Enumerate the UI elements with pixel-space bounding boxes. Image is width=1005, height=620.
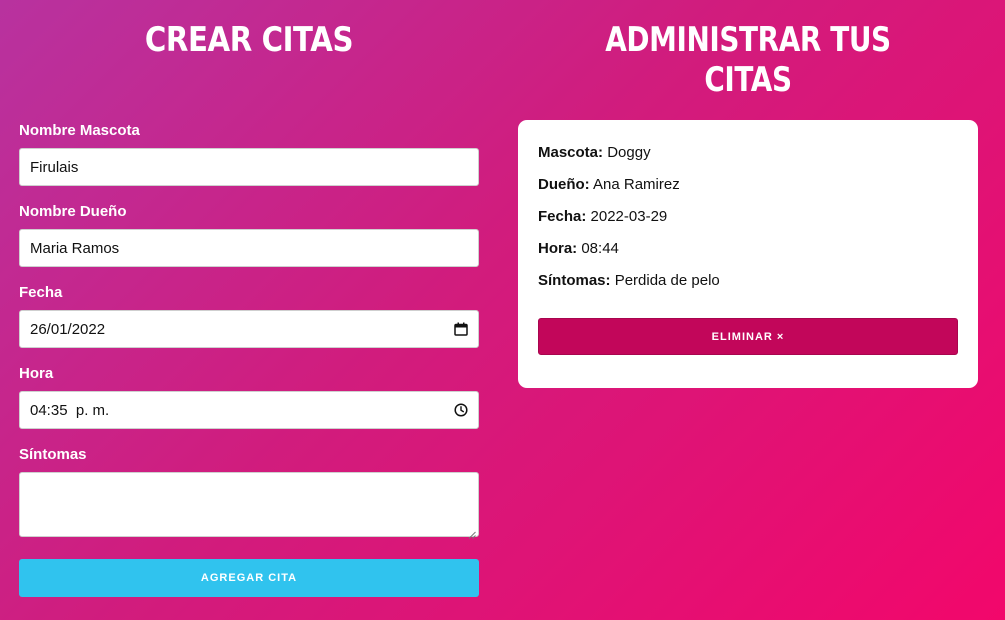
symptoms-textarea[interactable] bbox=[19, 472, 479, 539]
date-input[interactable]: 26/01/2022 bbox=[19, 310, 479, 348]
time-label: Hora bbox=[19, 365, 54, 382]
symptoms-field-label: Síntomas: bbox=[538, 272, 611, 289]
pet-label: Nombre Mascota bbox=[19, 122, 140, 139]
pet-name-value: Firulais bbox=[30, 158, 79, 176]
appointment-form: Nombre Mascota Firulais Nombre Dueño Mar… bbox=[19, 121, 479, 597]
appointment-symptoms: Síntomas: Perdida de pelo bbox=[538, 271, 958, 290]
calendar-icon[interactable] bbox=[454, 322, 468, 336]
delete-appointment-button[interactable]: Eliminar × bbox=[538, 318, 958, 355]
add-appointment-button[interactable]: Agregar Cita bbox=[19, 559, 479, 597]
date-field-value: 2022-03-29 bbox=[590, 208, 668, 225]
symptoms-field: Síntomas bbox=[19, 445, 479, 539]
appointment-owner: Dueño: Ana Ramirez bbox=[538, 175, 958, 194]
symptoms-label: Síntomas bbox=[19, 446, 87, 463]
date-field-label: Fecha: bbox=[538, 208, 587, 225]
date-label: Fecha bbox=[19, 284, 63, 301]
owner-name-input[interactable]: Maria Ramos bbox=[19, 229, 479, 267]
appointment-card: Mascota: Doggy Dueño: Ana Ramirez Fecha:… bbox=[518, 120, 978, 388]
manage-title: Administrar tus Citas bbox=[605, 20, 891, 100]
date-field: Fecha 26/01/2022 bbox=[19, 283, 479, 348]
appointment-date: Fecha: 2022-03-29 bbox=[538, 207, 958, 226]
appointment-pet: Mascota: Doggy bbox=[538, 143, 958, 162]
date-value: 26/01/2022 bbox=[30, 320, 106, 338]
pet-field-label: Mascota: bbox=[538, 144, 604, 161]
owner-field-value: Ana Ramirez bbox=[593, 176, 680, 193]
time-field-value: 08:44 bbox=[581, 240, 619, 257]
pet-field: Nombre Mascota Firulais bbox=[19, 121, 479, 186]
resize-grip-icon[interactable] bbox=[468, 526, 476, 539]
clock-icon[interactable] bbox=[454, 403, 468, 417]
time-input[interactable]: 04:35 p. m. bbox=[19, 391, 479, 429]
pet-field-value: Doggy bbox=[607, 144, 651, 161]
time-field-label: Hora: bbox=[538, 240, 578, 257]
time-field: Hora 04:35 p. m. bbox=[19, 364, 479, 429]
time-value: 04:35 p. m. bbox=[30, 401, 110, 419]
create-title: Crear Citas bbox=[144, 20, 354, 60]
owner-field: Nombre Dueño Maria Ramos bbox=[19, 202, 479, 267]
appointment-time: Hora: 08:44 bbox=[538, 239, 958, 258]
owner-field-label: Dueño: bbox=[538, 176, 590, 193]
symptoms-field-value: Perdida de pelo bbox=[614, 272, 720, 289]
owner-name-value: Maria Ramos bbox=[30, 239, 120, 257]
pet-name-input[interactable]: Firulais bbox=[19, 148, 479, 186]
owner-label: Nombre Dueño bbox=[19, 203, 127, 220]
